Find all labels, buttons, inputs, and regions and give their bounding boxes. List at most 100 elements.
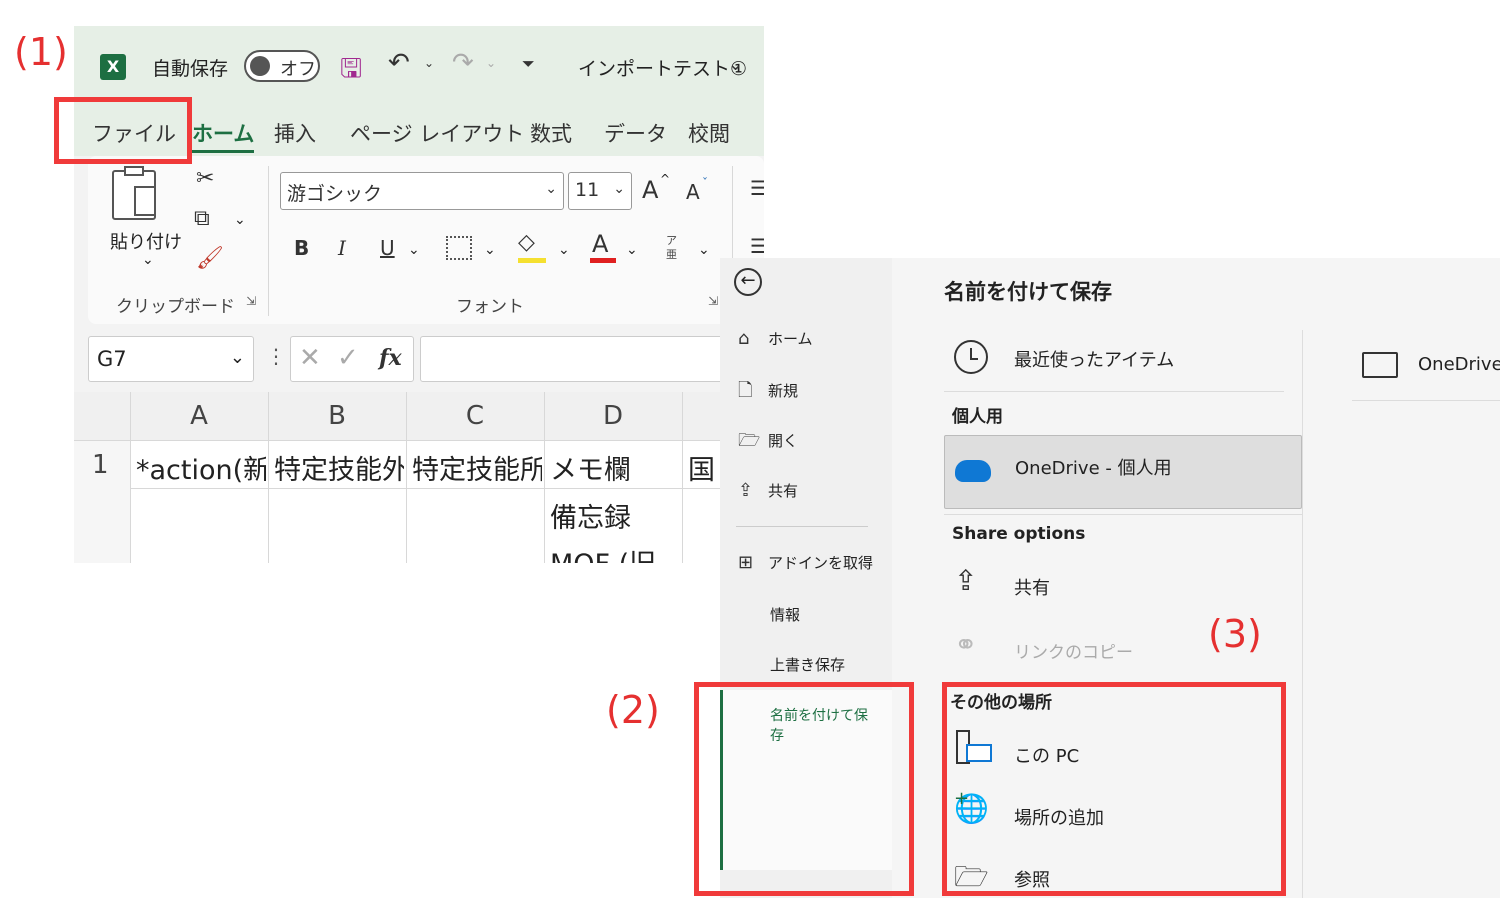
- formula-input[interactable]: [420, 336, 760, 382]
- nav-new[interactable]: 🗋 新規: [738, 378, 798, 408]
- cell[interactable]: メモ欄: [550, 448, 680, 487]
- redo-icon[interactable]: ↷: [452, 48, 474, 78]
- undo-icon[interactable]: ↶: [388, 48, 410, 78]
- nav-open[interactable]: 🗁 開く: [738, 428, 798, 458]
- paste-dropdown-icon[interactable]: ⌄: [142, 252, 154, 268]
- font-color-bar: [590, 258, 616, 263]
- italic-button[interactable]: I: [338, 236, 346, 260]
- cut-icon[interactable]: ✂: [196, 166, 214, 191]
- font-size-value: 11: [575, 179, 600, 201]
- align-left-icon[interactable]: ☰: [750, 234, 764, 258]
- clipboard-launcher-icon[interactable]: ⇲: [246, 294, 256, 308]
- align-top-icon[interactable]: ☰: [750, 176, 764, 200]
- enter-icon[interactable]: ✓: [337, 343, 359, 373]
- underline-dropdown-icon[interactable]: ⌄: [408, 242, 420, 258]
- onedrive-personal-label: OneDrive - 個人用: [1015, 458, 1172, 479]
- font-color-dropdown-icon[interactable]: ⌄: [626, 242, 638, 258]
- select-all-corner[interactable]: [74, 392, 130, 440]
- phonetic-guide-button[interactable]: ア亜: [666, 234, 680, 262]
- underline-button[interactable]: U: [380, 236, 395, 260]
- format-painter-icon[interactable]: 🖌: [196, 246, 224, 271]
- annotation-box-other-locations: [942, 682, 1286, 896]
- nav-info[interactable]: 情報: [770, 604, 800, 625]
- row-header[interactable]: 1: [92, 450, 109, 480]
- column-header[interactable]: D: [544, 392, 682, 440]
- nav-home[interactable]: ⌂ ホーム: [738, 328, 813, 349]
- tab-review[interactable]: 校閲: [688, 118, 730, 148]
- fill-color-bar: [518, 258, 546, 263]
- back-arrow-icon[interactable]: ←: [734, 268, 762, 296]
- divider: [944, 391, 1284, 392]
- excel-logo-icon: X: [100, 54, 126, 80]
- more-options-icon[interactable]: ⋮: [266, 344, 286, 368]
- column-header[interactable]: A: [130, 392, 268, 440]
- font-name-combo[interactable]: 游ゴシック ⌄: [280, 172, 564, 210]
- location-onedrive-personal[interactable]: OneDrive - 個人用: [944, 435, 1302, 509]
- autosave-state: オフ: [280, 59, 316, 80]
- nav-addins-label: アドインを取得: [768, 554, 874, 572]
- borders-icon[interactable]: [446, 236, 472, 260]
- chevron-down-icon: ⌄: [545, 181, 557, 197]
- share-label: 共有: [1014, 578, 1050, 599]
- customize-qat-icon[interactable]: ⏷: [522, 54, 535, 74]
- copy-icon[interactable]: ⧉: [194, 206, 210, 231]
- paste-icon[interactable]: [112, 166, 156, 220]
- annotation-box-file-tab: [54, 97, 192, 164]
- phonetic-dropdown-icon[interactable]: ⌄: [698, 242, 710, 258]
- cell[interactable]: 特定技能外: [274, 448, 404, 487]
- bold-button[interactable]: B: [294, 236, 309, 260]
- column-divider: [1302, 330, 1303, 898]
- nav-home-label: ホーム: [768, 330, 813, 348]
- tab-formulas[interactable]: 数式: [530, 118, 572, 148]
- insert-function-button[interactable]: fx: [379, 345, 402, 371]
- autosave-toggle[interactable]: オフ: [244, 50, 320, 82]
- annotation-step-1: (1): [14, 30, 68, 74]
- nav-addins[interactable]: ⊞ アドインを取得: [738, 552, 873, 573]
- fill-color-icon[interactable]: ◇: [518, 230, 535, 255]
- font-color-button[interactable]: A: [592, 230, 608, 258]
- copy-link-label: リンクのコピー: [1014, 643, 1133, 663]
- cell[interactable]: 備忘録: [550, 496, 680, 535]
- grow-font-caret-icon: ^: [660, 172, 671, 186]
- tab-home[interactable]: ホーム: [192, 118, 255, 153]
- paste-label[interactable]: 貼り付け: [110, 228, 182, 254]
- location-recent[interactable]: 最近使ったアイテム: [944, 328, 1284, 388]
- group-divider: [268, 166, 269, 316]
- annotation-step-3: (3): [1208, 612, 1262, 656]
- cancel-icon[interactable]: ✕: [299, 343, 321, 373]
- borders-dropdown-icon[interactable]: ⌄: [484, 242, 496, 258]
- redo-dropdown-icon[interactable]: ⌄: [486, 56, 496, 70]
- tab-page-layout[interactable]: ページ レイアウト: [350, 118, 524, 148]
- tab-insert[interactable]: 挿入: [274, 118, 316, 148]
- font-size-combo[interactable]: 11 ⌄: [568, 172, 632, 210]
- font-launcher-icon[interactable]: ⇲: [708, 294, 718, 308]
- cell[interactable]: MOF (旧: [550, 542, 680, 563]
- column-header[interactable]: B: [268, 392, 406, 440]
- grid-line: [544, 392, 545, 563]
- tab-data[interactable]: データ: [604, 118, 667, 148]
- document-name[interactable]: インポートテスト①: [578, 54, 747, 81]
- nav-save[interactable]: 上書き保存: [770, 654, 845, 675]
- grid-line: [406, 392, 407, 563]
- shrink-font-button[interactable]: A: [686, 180, 700, 204]
- fill-color-dropdown-icon[interactable]: ⌄: [558, 242, 570, 258]
- folder-icon: [1362, 352, 1398, 378]
- nav-divider: [736, 526, 868, 527]
- grid-line: [130, 488, 764, 489]
- grow-font-button[interactable]: A: [642, 176, 658, 204]
- cell[interactable]: *action(新: [136, 448, 266, 487]
- cell[interactable]: 特定技能所: [412, 448, 542, 487]
- share-option[interactable]: ⇪ 共有: [944, 558, 1284, 614]
- column-header[interactable]: C: [406, 392, 544, 440]
- grid-line: [682, 392, 683, 563]
- document-name-chevron-icon[interactable]: ⌄: [728, 54, 743, 75]
- copy-dropdown-icon[interactable]: ⌄: [234, 212, 246, 228]
- toggle-knob: [250, 56, 270, 76]
- folder-onedrive[interactable]: OneDrive: [1360, 344, 1500, 384]
- grid-line: [74, 440, 764, 441]
- nav-share[interactable]: ⇪ 共有: [738, 480, 798, 501]
- save-icon[interactable]: 🖫: [340, 50, 362, 94]
- worksheet-grid: A B C D 1 *action(新 特定技能外 特定技能所 メモ欄 国 備忘…: [74, 392, 764, 563]
- name-box[interactable]: G7 ⌄: [88, 336, 254, 382]
- undo-dropdown-icon[interactable]: ⌄: [424, 56, 434, 70]
